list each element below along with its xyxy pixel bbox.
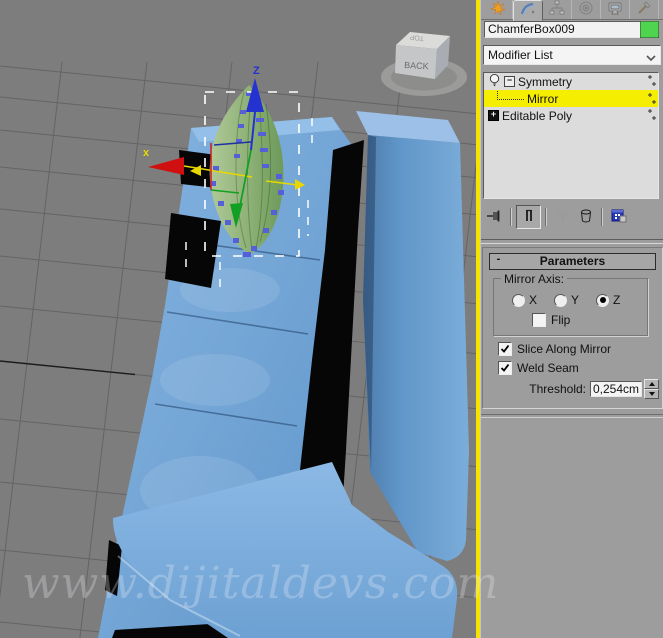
checkmark-icon [500, 344, 510, 353]
slice-along-mirror-checkbox[interactable] [498, 342, 512, 356]
radio-selected-dot [599, 297, 606, 303]
radio-circle-icon[interactable] [596, 293, 610, 307]
threshold-input[interactable]: 0,254cm [590, 381, 642, 397]
modifier-stack-item-mirror[interactable]: Mirror [484, 90, 658, 107]
modifier-list-dropdown[interactable]: Modifier List [483, 45, 661, 65]
mirror-axis-options: X Y Z [512, 293, 620, 307]
bulb-icon[interactable] [488, 73, 501, 91]
checkmark-icon [500, 363, 510, 372]
flip-checkbox-row[interactable]: Flip [532, 313, 570, 327]
threshold-label: Threshold: [529, 382, 586, 396]
chevron-down-icon[interactable] [645, 51, 657, 65]
tab-hierarchy[interactable] [543, 0, 572, 19]
radio-circle-icon[interactable] [554, 293, 568, 307]
slice-label: Slice Along Mirror [517, 342, 612, 356]
spinner-up-icon [648, 382, 655, 386]
perspective-viewport[interactable]: x Z BACK TOP [0, 0, 501, 638]
stack-corner-dots [645, 107, 657, 126]
tab-modify[interactable] [513, 0, 543, 21]
command-panel-tabs [481, 0, 663, 21]
radio-label: Z [613, 293, 621, 307]
show-end-result-icon [521, 208, 537, 227]
rollout-title: Parameters [539, 254, 606, 268]
radio-z[interactable]: Z [596, 293, 620, 307]
object-color-swatch[interactable] [639, 20, 660, 39]
slice-checkbox-row[interactable]: Slice Along Mirror [498, 342, 611, 356]
collapse-box-icon[interactable]: − [504, 76, 515, 87]
flip-checkbox[interactable] [532, 313, 546, 327]
threshold-row: Threshold: 0,254cm [483, 379, 659, 399]
display-icon [607, 0, 623, 19]
flip-label: Flip [551, 313, 571, 327]
motion-icon [578, 0, 594, 19]
parameters-rollout-header[interactable]: - Parameters [489, 253, 656, 270]
make-unique-button[interactable] [551, 206, 574, 228]
remove-modifier-icon [578, 208, 594, 227]
gizmo-x-label: x [143, 147, 150, 159]
parameters-rollout: - Parameters Mirror Axis: X Y Z Flip Sli… [482, 247, 663, 409]
tab-display[interactable] [601, 0, 630, 19]
weld-checkbox-row[interactable]: Weld Seam [498, 361, 579, 375]
3dsmax-window: x Z BACK TOP www.dijitaldevs.com Chamfer… [0, 0, 663, 638]
tab-utilities[interactable] [630, 0, 659, 19]
hierarchy-icon [549, 0, 565, 19]
modifier-label: Editable Poly [502, 108, 573, 123]
viewcube-front-label: BACK [404, 60, 429, 71]
object-name-input[interactable]: ChamferBox009 [484, 21, 642, 38]
tree-branch-icon [497, 91, 524, 100]
modifier-stack-item-symmetry[interactable]: − Symmetry [484, 73, 658, 90]
make-unique-icon [555, 208, 571, 227]
configure-modifier-sets-icon [611, 208, 627, 227]
toolbar-separator [601, 208, 603, 226]
modifier-stack-item-editable-poly[interactable]: + Editable Poly [484, 107, 658, 124]
weld-seam-checkbox[interactable] [498, 361, 512, 375]
modifier-label: Symmetry [518, 74, 572, 89]
threshold-spinner [644, 379, 659, 399]
expand-box-icon[interactable]: + [488, 110, 499, 121]
weld-label: Weld Seam [517, 361, 579, 375]
modifier-stack: − Symmetry Mirror + Editable Poly [483, 72, 659, 199]
radio-y[interactable]: Y [554, 293, 579, 307]
modifier-label: Mirror [527, 91, 559, 106]
spinner-down-icon [648, 392, 655, 396]
modifier-stack-toolbar [483, 204, 659, 230]
modify-icon [520, 1, 536, 20]
command-panel: ChamferBox009 Modifier List − Symmetry M… [480, 0, 663, 638]
tab-create[interactable] [484, 0, 513, 19]
radio-label: Y [571, 293, 580, 307]
radio-x[interactable]: X [512, 293, 537, 307]
create-icon [490, 0, 506, 19]
toolbar-separator [545, 208, 547, 226]
modifier-list-value: Modifier List [488, 48, 553, 62]
spinner-up-button[interactable] [644, 379, 659, 389]
mirror-axis-legend: Mirror Axis: [501, 272, 567, 286]
panel-divider [481, 239, 663, 244]
viewport-canvas[interactable]: x Z BACK TOP [0, 0, 501, 638]
mirror-axis-group: Mirror Axis: X Y Z Flip [493, 272, 648, 336]
pin-stack-button[interactable] [483, 206, 506, 228]
gizmo-z-label: Z [253, 65, 260, 77]
tab-motion[interactable] [572, 0, 601, 19]
utilities-icon [636, 0, 652, 19]
rollout-collapse-button[interactable]: - [493, 254, 504, 266]
radio-label: X [529, 293, 538, 307]
panel-bottom-divider [481, 414, 663, 418]
pin-stack-icon [486, 209, 504, 226]
toolbar-separator [510, 208, 512, 226]
remove-modifier-button[interactable] [574, 206, 597, 228]
spinner-down-button[interactable] [644, 389, 659, 399]
configure-modifier-sets-button[interactable] [607, 206, 630, 228]
show-end-result-button[interactable] [516, 205, 541, 229]
radio-circle-icon[interactable] [512, 293, 525, 307]
